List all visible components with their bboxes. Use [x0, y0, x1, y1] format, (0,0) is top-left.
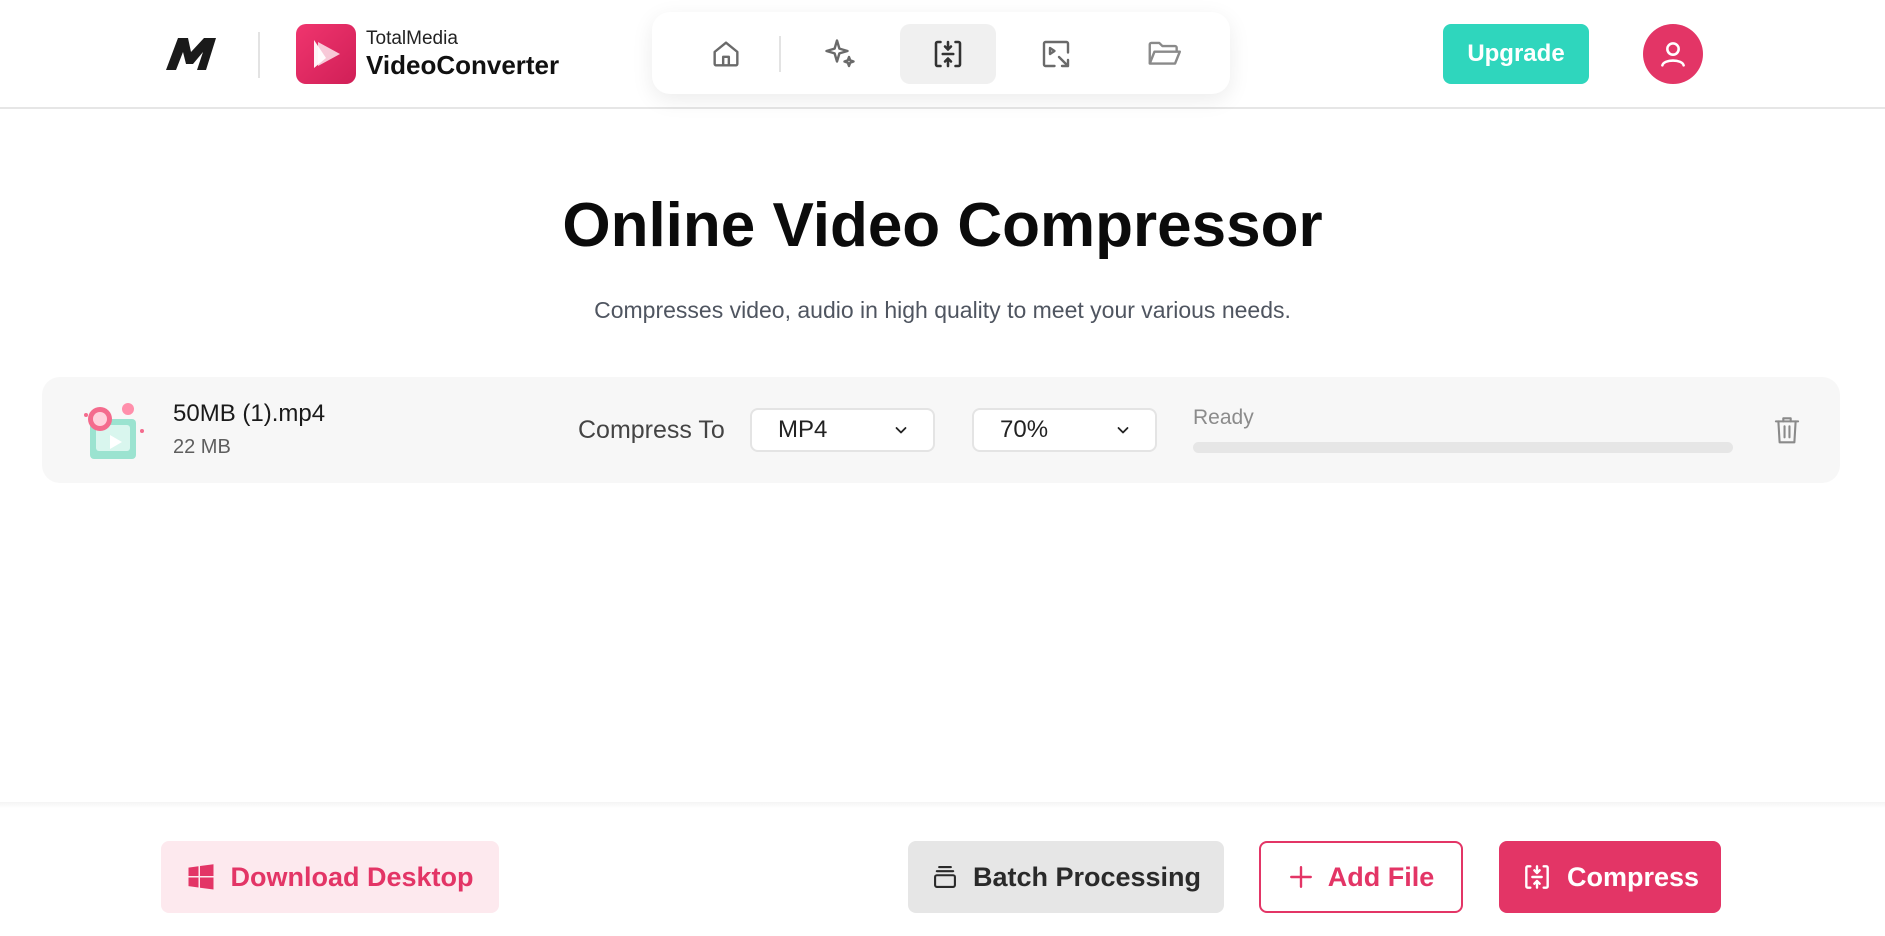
download-desktop-button[interactable]: Download Desktop [161, 841, 499, 913]
chevron-down-icon [895, 427, 907, 434]
batch-processing-label: Batch Processing [972, 861, 1202, 892]
page-title: Online Video Compressor [562, 191, 1323, 260]
add-file-button[interactable]: Add File [1259, 841, 1463, 913]
home-icon [713, 41, 739, 67]
totalmedia-logo-icon[interactable] [160, 32, 222, 74]
nav-ai-tools[interactable] [792, 24, 888, 84]
image-convert-icon [1042, 40, 1070, 68]
download-desktop-label: Download Desktop [230, 861, 474, 892]
compress-to-label: Compress To [578, 416, 725, 444]
compress-icon [934, 40, 962, 68]
bottom-divider [0, 802, 1885, 808]
sparkle-ai-icon [825, 39, 855, 68]
brand-divider [258, 32, 260, 78]
nav-image-convert[interactable] [1008, 24, 1104, 84]
nav-divider [779, 36, 781, 72]
compress-label: Compress [1566, 861, 1700, 892]
compress-icon [1521, 861, 1553, 893]
format-select-value: MP4 [778, 416, 828, 443]
ratio-select-value: 70% [1000, 416, 1049, 443]
add-file-label: Add File [1327, 861, 1435, 892]
folder-icon [1148, 41, 1182, 65]
batch-stack-icon [931, 863, 959, 891]
trash-icon[interactable] [1772, 414, 1802, 446]
plus-icon [1288, 864, 1314, 890]
nav-folder[interactable] [1116, 24, 1212, 84]
nav-home[interactable] [678, 24, 774, 84]
compress-button[interactable]: Compress [1499, 841, 1721, 913]
app-name: VideoConverter [366, 50, 560, 80]
page-subtitle: Compresses video, audio in high quality … [594, 297, 1291, 323]
chevron-down-icon [1117, 427, 1129, 434]
nav-compress[interactable] [900, 24, 996, 84]
upgrade-button[interactable]: Upgrade [1443, 24, 1589, 84]
format-select[interactable]: MP4 [750, 408, 935, 452]
user-icon [1661, 42, 1685, 67]
batch-processing-button[interactable]: Batch Processing [908, 841, 1224, 913]
video-thumbnail-icon [84, 403, 144, 459]
windows-icon [186, 862, 216, 892]
tool-nav [652, 12, 1230, 94]
app-name-top: TotalMedia [366, 28, 458, 49]
compression-ratio-select[interactable]: 70% [972, 408, 1157, 452]
file-name: 50MB (1).mp4 [173, 400, 326, 427]
account-avatar[interactable] [1643, 24, 1703, 84]
videoconverter-logo-icon[interactable] [296, 24, 356, 84]
progress-bar [1193, 442, 1733, 453]
status-text: Ready [1193, 406, 1254, 429]
file-row [42, 377, 1840, 483]
file-size: 22 MB [173, 436, 231, 458]
